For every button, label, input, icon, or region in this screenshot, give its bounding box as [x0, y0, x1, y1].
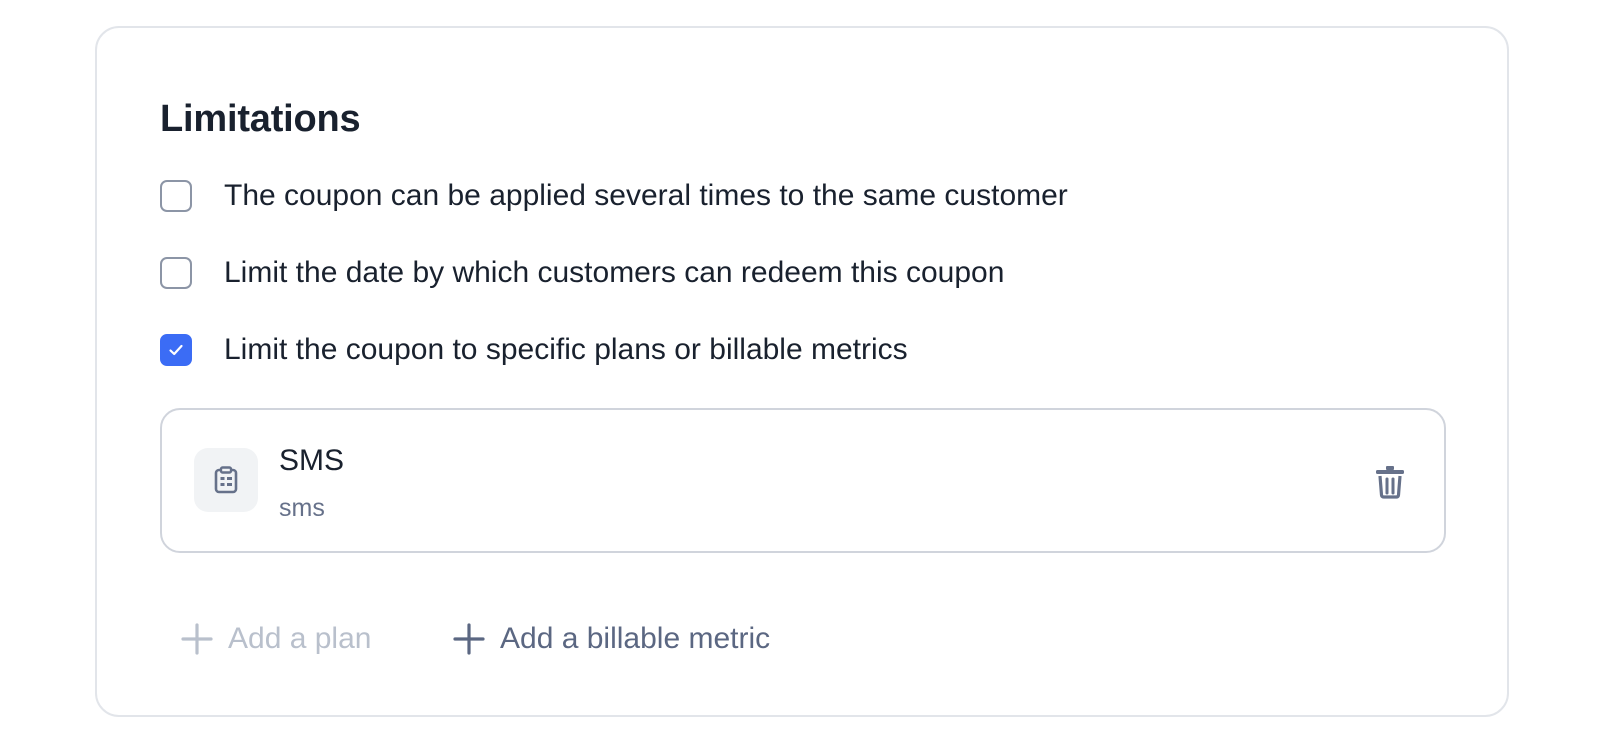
option-limit-date[interactable]: Limit the date by which customers can re… — [160, 256, 1005, 289]
option-multiple-applications[interactable]: The coupon can be applied several times … — [160, 179, 1068, 212]
delete-item-button[interactable] — [1370, 462, 1410, 502]
checkbox-limit-plans-metrics[interactable] — [160, 334, 192, 366]
option-label: Limit the date by which customers can re… — [224, 256, 1005, 289]
trash-icon — [1376, 466, 1404, 499]
checkbox-multiple-applications[interactable] — [160, 180, 192, 212]
option-limit-plans-metrics[interactable]: Limit the coupon to specific plans or bi… — [160, 333, 908, 366]
option-label: Limit the coupon to specific plans or bi… — [224, 333, 908, 366]
add-plan-button[interactable]: Add a plan — [180, 616, 371, 662]
checkmark-icon — [169, 344, 183, 356]
clipboard-icon — [194, 448, 258, 512]
item-name: SMS — [279, 444, 345, 477]
plus-icon — [453, 623, 485, 655]
selected-billable-metric: SMS sms — [160, 408, 1446, 553]
option-label: The coupon can be applied several times … — [224, 179, 1068, 212]
add-plan-label: Add a plan — [228, 622, 372, 655]
section-title: Limitations — [160, 98, 361, 140]
plus-icon — [181, 623, 213, 655]
add-billable-metric-label: Add a billable metric — [500, 622, 771, 655]
add-billable-metric-button[interactable]: Add a billable metric — [452, 616, 770, 662]
checkbox-limit-date[interactable] — [160, 257, 192, 289]
item-code: sms — [279, 494, 325, 522]
limitations-card: Limitations The coupon can be applied se… — [95, 26, 1509, 717]
